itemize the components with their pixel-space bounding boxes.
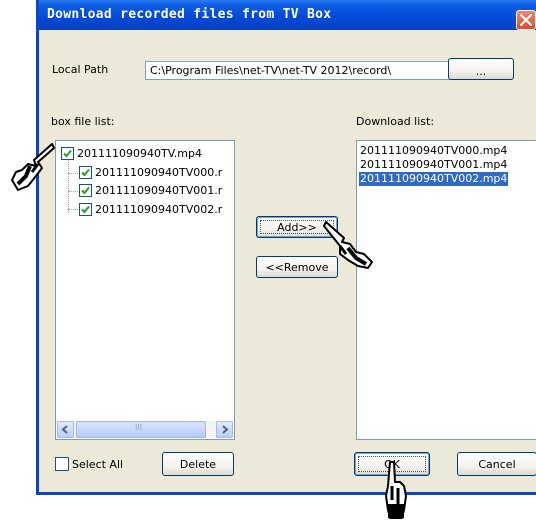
pointing-hand-icon <box>323 221 373 269</box>
checkmark-icon <box>63 149 72 157</box>
tree-item-label: 201111090940TV.mp4 <box>77 146 203 160</box>
select-all-checkbox-row[interactable]: Select All <box>55 457 123 471</box>
local-path-label: Local Path <box>52 63 109 76</box>
select-all-label: Select All <box>72 457 124 471</box>
child-checkbox[interactable] <box>79 183 92 197</box>
remove-button-label: <<Remove <box>265 260 329 274</box>
download-dialog: Download recorded files from TV Box Loca… <box>36 0 536 495</box>
scroll-grip: III <box>135 423 143 432</box>
pointing-hand-icon <box>11 143 55 191</box>
horizontal-scrollbar[interactable]: III <box>57 421 233 438</box>
browse-button[interactable]: ... <box>448 58 514 80</box>
download-list-item[interactable]: 201111090940TV001.mp4 <box>359 158 508 172</box>
scroll-left-button[interactable] <box>57 421 74 438</box>
pointing-hand-icon <box>385 461 407 519</box>
cancel-button-label: Cancel <box>478 457 516 471</box>
window-title: Download recorded files from TV Box <box>47 7 332 22</box>
child-checkbox[interactable] <box>79 202 92 216</box>
tree-line <box>68 191 78 192</box>
child-checkbox[interactable] <box>79 165 92 179</box>
title-bar[interactable]: Download recorded files from TV Box <box>39 0 536 30</box>
chevron-left-icon <box>61 425 68 434</box>
tree-item-child[interactable]: 201111090940TV000.r <box>79 164 222 180</box>
cancel-button[interactable]: Cancel <box>457 452 536 476</box>
download-list-item[interactable]: 201111090940TV002.mp4 <box>359 172 509 186</box>
checkmark-icon <box>81 205 90 213</box>
local-path-field[interactable]: C:\Program Files\net-TV\net-TV 2012\reco… <box>145 61 476 80</box>
close-button[interactable] <box>516 10 536 30</box>
tree-item-label: 201111090940TV000.r <box>95 165 223 179</box>
tree-item-child[interactable]: 201111090940TV001.r <box>79 182 222 198</box>
select-all-checkbox[interactable] <box>55 457 69 471</box>
box-file-list-label: box file list: <box>51 115 115 128</box>
tree-item-label: 201111090940TV002.r <box>95 202 223 216</box>
download-list-item[interactable]: 201111090940TV000.mp4 <box>359 144 508 158</box>
tree-item-label: 201111090940TV001.r <box>95 183 223 197</box>
download-list-label: Download list: <box>356 115 435 128</box>
tree-item-child[interactable]: 201111090940TV002.r <box>79 201 222 217</box>
tree-line <box>68 173 78 174</box>
checkmark-icon <box>81 186 90 194</box>
root-checkbox[interactable] <box>61 146 74 160</box>
download-list[interactable]: 201111090940TV000.mp4 201111090940TV001.… <box>356 140 536 440</box>
scroll-thumb[interactable]: III <box>76 421 206 438</box>
box-file-list[interactable]: 201111090940TV.mp4 201111090940TV000.r 2… <box>55 140 235 440</box>
tree-line <box>68 209 78 210</box>
chevron-right-icon <box>222 425 229 434</box>
tree-item-root[interactable]: 201111090940TV.mp4 <box>61 145 202 161</box>
close-icon <box>520 14 532 26</box>
delete-button-label: Delete <box>179 457 217 471</box>
scroll-right-button[interactable] <box>216 421 233 438</box>
checkmark-icon <box>81 168 90 176</box>
browse-button-label: ... <box>475 64 487 78</box>
delete-button[interactable]: Delete <box>162 452 234 476</box>
tree-line <box>68 157 69 213</box>
add-button-label: Add>> <box>277 220 317 234</box>
